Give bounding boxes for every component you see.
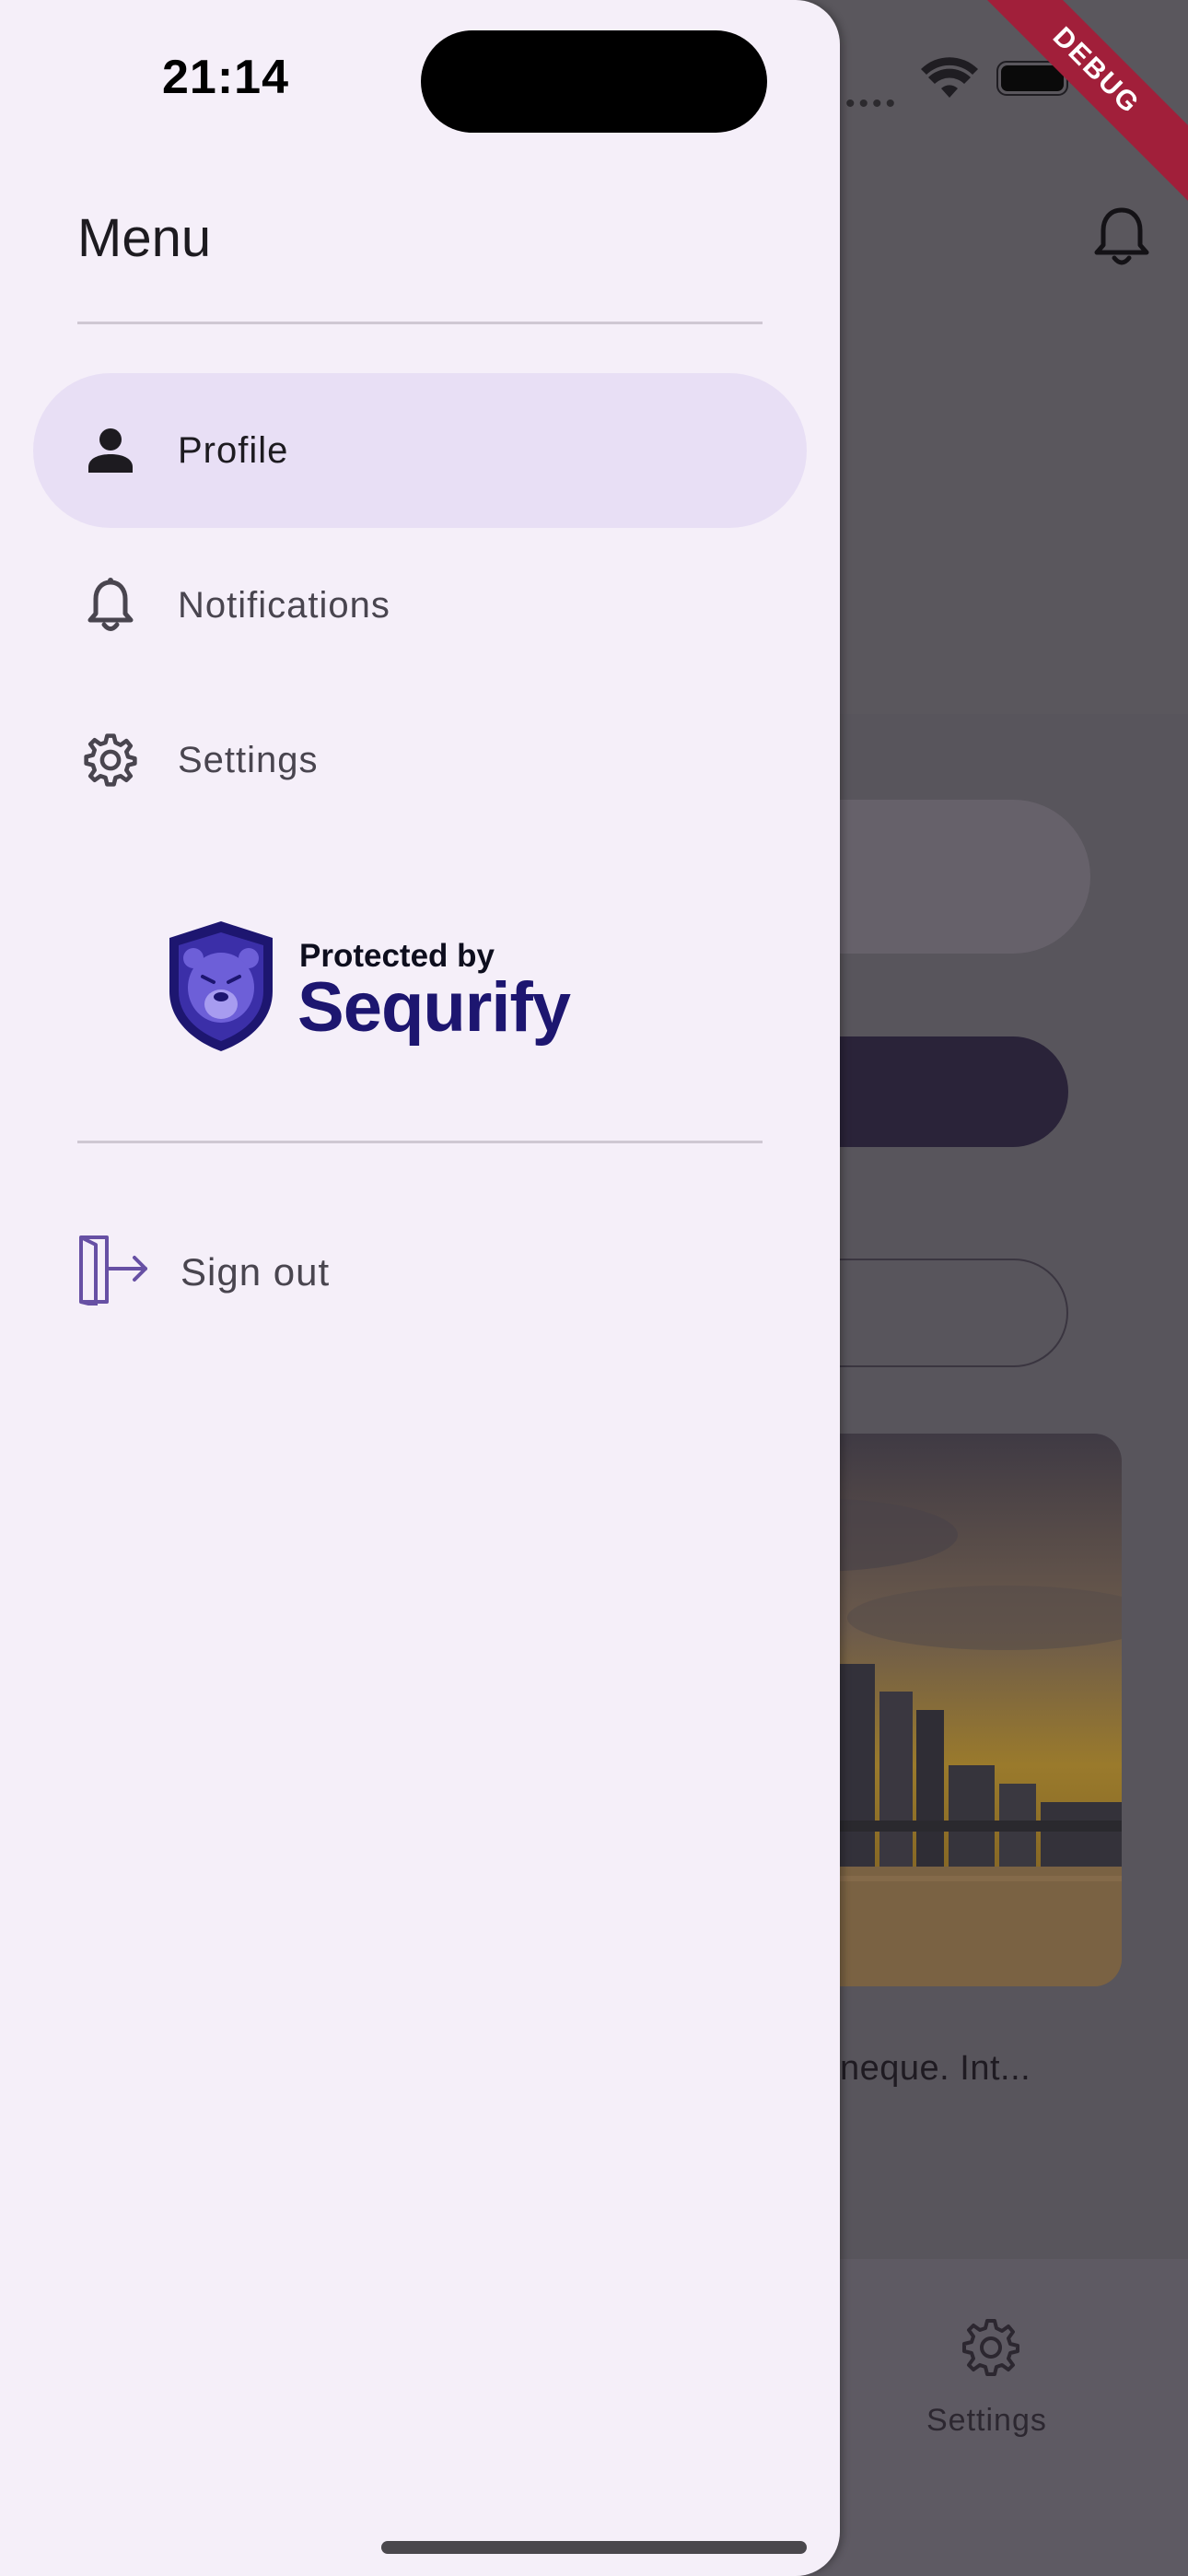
bell-icon	[83, 578, 138, 633]
sign-out-label: Sign out	[181, 1250, 331, 1294]
divider	[77, 322, 763, 324]
drawer-item-label: Profile	[178, 429, 289, 471]
bear-shield-icon	[169, 921, 273, 1051]
gear-icon	[83, 732, 138, 788]
navigation-drawer: 21:14 Menu Profile Notifications Setting…	[0, 0, 840, 2576]
dynamic-island	[421, 30, 767, 133]
notification-bell-icon[interactable]	[1091, 205, 1152, 269]
person-icon	[83, 423, 138, 478]
background-card-caption: neque. Int...	[840, 2049, 1031, 2088]
drawer-item-label: Settings	[178, 739, 319, 780]
signal-icon: ••••	[845, 88, 900, 119]
drawer-item-label: Notifications	[178, 584, 390, 626]
sign-out-icon	[79, 1235, 147, 1306]
sequrify-logo: Protected by Sequrify	[166, 919, 571, 1053]
home-indicator[interactable]	[381, 2541, 807, 2554]
status-bar-time: 21:14	[162, 51, 289, 104]
logo-wordmark: Sequrify	[297, 968, 571, 1047]
sign-out-button[interactable]: Sign out	[77, 1230, 630, 1313]
divider	[77, 1141, 763, 1143]
bottom-nav-settings-label: Settings	[926, 2403, 1047, 2438]
drawer-item-notifications[interactable]: Notifications	[33, 528, 807, 683]
drawer-item-settings[interactable]: Settings	[33, 683, 807, 837]
drawer-title: Menu	[77, 208, 212, 268]
wifi-icon	[921, 57, 978, 98]
gear-icon	[962, 2319, 1019, 2376]
drawer-item-profile[interactable]: Profile	[33, 373, 807, 528]
